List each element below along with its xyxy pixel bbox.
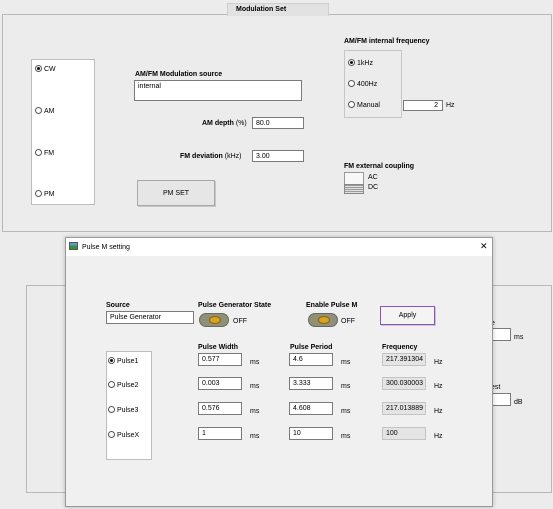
pulse-width-input-x[interactable]: 1 xyxy=(198,427,242,440)
enable-pulse-label: Enable Pulse M xyxy=(306,302,358,309)
pulse-radio-3[interactable] xyxy=(108,406,115,413)
pulse-period-input-1[interactable]: 4.6 xyxy=(289,353,333,366)
pulse-width-unit-x: ms xyxy=(250,433,260,440)
am-depth-label: AM depth xyxy=(202,120,234,127)
mod-source-label: AM/FM Modulation source xyxy=(135,71,223,78)
am-depth-input[interactable]: 80.0 xyxy=(252,117,304,129)
pulse-name-3: Pulse3 xyxy=(117,407,139,414)
am-depth-label-row: AM depth (%) xyxy=(202,120,247,127)
pulse-freq-value-x: 100 xyxy=(382,427,426,440)
pulse-radio-1[interactable] xyxy=(108,357,115,364)
lower-unit-1: ms xyxy=(514,334,524,341)
pulse-freq-unit-2: Hz xyxy=(434,383,443,390)
close-icon[interactable]: ✕ xyxy=(480,242,488,251)
int-freq-radio-manual[interactable] xyxy=(348,101,355,108)
manual-freq-unit: Hz xyxy=(446,102,455,109)
pulse-freq-value-2: 300.030003 xyxy=(382,377,426,390)
pulse-width-input-2[interactable]: 0.003 xyxy=(198,377,242,390)
int-freq-radio-400hz[interactable] xyxy=(348,80,355,87)
apply-button[interactable]: Apply xyxy=(380,306,435,325)
pulse-radio-x[interactable] xyxy=(108,431,115,438)
int-freq-label-manual: Manual xyxy=(357,102,380,109)
mode-label-pm: PM xyxy=(44,191,55,198)
int-freq-label-400hz: 400Hz xyxy=(357,81,378,88)
enable-pulse-toggle[interactable] xyxy=(308,313,338,327)
ext-coupling-dc-label: DC xyxy=(368,184,379,191)
fm-dev-label-row: FM deviation (kHz) xyxy=(180,153,241,160)
pulse-radio-2[interactable] xyxy=(108,381,115,388)
int-freq-radio-1khz[interactable] xyxy=(348,59,355,66)
am-depth-unit: (%) xyxy=(235,120,247,127)
pulse-name-2: Pulse2 xyxy=(117,382,139,389)
mode-label-fm: FM xyxy=(44,150,55,157)
pulse-width-input-1[interactable]: 0.577 xyxy=(198,353,242,366)
enable-pulse-value: OFF xyxy=(341,318,355,325)
pm-set-button[interactable]: PM SET xyxy=(137,180,215,206)
lower-unit-2: dB xyxy=(514,399,523,406)
source-label: Source xyxy=(106,302,130,309)
gen-state-value: OFF xyxy=(233,318,247,325)
mode-group xyxy=(31,59,95,205)
pulse-period-unit-1: ms xyxy=(341,359,351,366)
fm-dev-input[interactable]: 3.00 xyxy=(252,150,304,162)
fm-dev-label: FM deviation xyxy=(180,153,223,160)
gen-state-toggle[interactable] xyxy=(199,313,229,327)
mode-radio-pm[interactable] xyxy=(35,190,42,197)
pulse-period-unit-3: ms xyxy=(341,408,351,415)
col-header-freq: Frequency xyxy=(382,344,418,351)
pulse-m-dialog: Pulse M setting ✕ Source Pulse Generator… xyxy=(65,237,493,507)
mod-source-field[interactable]: internal xyxy=(134,80,302,101)
pulse-width-input-3[interactable]: 0.576 xyxy=(198,402,242,415)
fm-dev-unit: (kHz) xyxy=(224,153,242,160)
pulse-name-1: Pulse1 xyxy=(117,358,139,365)
mode-label-am: AM xyxy=(44,108,55,115)
ext-coupling-label: FM external coupling xyxy=(344,163,415,170)
lower-input-1[interactable] xyxy=(491,328,511,341)
mode-radio-cw[interactable] xyxy=(35,65,42,72)
dialog-titlebar[interactable]: Pulse M setting ✕ xyxy=(66,238,492,256)
int-freq-label-1khz: 1kHz xyxy=(357,60,373,67)
gen-state-label: Pulse Generator State xyxy=(198,302,272,309)
pulse-freq-unit-1: Hz xyxy=(434,359,443,366)
manual-freq-value: 2 xyxy=(434,102,438,109)
pulse-width-unit-2: ms xyxy=(250,383,260,390)
pulse-period-unit-2: ms xyxy=(341,383,351,390)
mode-label-cw: CW xyxy=(44,66,56,73)
pulse-width-unit-1: ms xyxy=(250,359,260,366)
pulse-period-input-3[interactable]: 4.608 xyxy=(289,402,333,415)
pulse-freq-unit-3: Hz xyxy=(434,408,443,415)
pulse-freq-unit-x: Hz xyxy=(434,433,443,440)
col-header-period: Pulse Period xyxy=(290,344,333,351)
pulse-period-input-2[interactable]: 3.333 xyxy=(289,377,333,390)
pulse-width-unit-3: ms xyxy=(250,408,260,415)
dialog-title: Pulse M setting xyxy=(82,244,130,251)
source-field[interactable]: Pulse Generator xyxy=(106,311,194,324)
col-header-width: Pulse Width xyxy=(198,344,238,351)
pulse-freq-value-3: 217.013889 xyxy=(382,402,426,415)
mode-radio-am[interactable] xyxy=(35,107,42,114)
dialog-body: Source Pulse Generator Pulse Generator S… xyxy=(66,256,492,506)
ext-coupling-switch[interactable] xyxy=(344,172,366,196)
modulation-tab-title: Modulation Set xyxy=(236,6,287,13)
mode-radio-fm[interactable] xyxy=(35,149,42,156)
manual-freq-input[interactable]: 2 xyxy=(403,100,443,111)
pulse-period-unit-x: ms xyxy=(341,433,351,440)
ext-coupling-switch-box xyxy=(344,172,364,184)
int-freq-label: AM/FM internal frequency xyxy=(344,38,430,45)
pulse-period-input-x[interactable]: 10 xyxy=(289,427,333,440)
ext-coupling-switch-lever xyxy=(344,184,364,194)
lower-input-2[interactable] xyxy=(491,393,511,406)
dialog-app-icon xyxy=(69,242,78,250)
pulse-freq-value-1: 217.391304 xyxy=(382,353,426,366)
pulse-name-x: PulseX xyxy=(117,432,140,439)
ext-coupling-ac-label: AC xyxy=(368,174,378,181)
